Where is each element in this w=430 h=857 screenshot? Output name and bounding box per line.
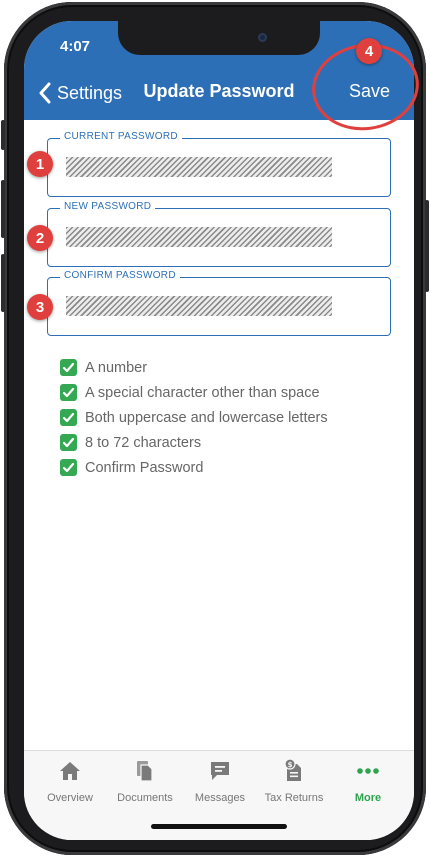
- annotation-badge: 1: [27, 151, 53, 177]
- requirement-text: A number: [85, 359, 148, 376]
- password-requirements-list: A number A special character other than …: [60, 355, 328, 480]
- tab-label: Overview: [47, 792, 93, 804]
- documents-icon: [137, 761, 153, 782]
- messages-icon: [211, 762, 229, 780]
- checkbox-checked-icon: [60, 459, 77, 476]
- checkbox-checked-icon: [60, 384, 77, 401]
- svg-text:$: $: [288, 761, 293, 769]
- tab-more[interactable]: More: [329, 759, 407, 804]
- chevron-left-icon: [39, 82, 51, 104]
- requirement-text: 8 to 72 characters: [85, 434, 202, 451]
- tax-returns-icon: $: [284, 759, 301, 781]
- volume-up-button: [1, 180, 5, 238]
- checkbox-checked-icon: [60, 434, 77, 451]
- tab-label: Documents: [117, 792, 173, 804]
- home-indicator: [151, 824, 287, 829]
- list-item: Both uppercase and lowercase letters: [60, 405, 328, 430]
- current-password-field: CURRENT PASSWORD: [47, 131, 391, 197]
- camera-icon: [258, 33, 267, 42]
- list-item: 8 to 72 characters: [60, 430, 328, 455]
- back-label: Settings: [57, 82, 123, 103]
- tab-label: More: [354, 792, 382, 804]
- annotation-badge: 3: [27, 294, 53, 320]
- requirement-text: Confirm Password: [85, 459, 204, 476]
- mute-switch: [1, 120, 5, 150]
- back-button[interactable]: Settings: [38, 79, 122, 107]
- tab-label: Tax Returns: [264, 792, 324, 804]
- requirement-text: A special character other than space: [85, 384, 320, 401]
- screen: 4:07 Settings Update Password Save CURRE…: [24, 21, 414, 840]
- list-item: Confirm Password: [60, 455, 328, 480]
- tab-tax-returns[interactable]: $ Tax Returns: [255, 759, 333, 804]
- list-item: A special character other than space: [60, 380, 328, 405]
- tab-documents[interactable]: Documents: [106, 759, 184, 804]
- new-password-field: NEW PASSWORD: [47, 201, 391, 267]
- annotation-badge: 4: [356, 38, 382, 64]
- confirm-password-label: CONFIRM PASSWORD: [60, 270, 180, 281]
- tab-messages[interactable]: Messages: [181, 759, 259, 804]
- new-password-input[interactable]: [66, 227, 332, 247]
- more-icon: [357, 768, 379, 774]
- status-time: 4:07: [60, 38, 91, 55]
- requirement-text: Both uppercase and lowercase letters: [85, 409, 328, 426]
- new-password-label: NEW PASSWORD: [60, 201, 156, 212]
- annotation-badge: 2: [27, 225, 53, 251]
- notch: [118, 21, 320, 55]
- confirm-password-input[interactable]: [66, 296, 332, 316]
- tab-label: Messages: [194, 792, 246, 804]
- checkbox-checked-icon: [60, 359, 77, 376]
- confirm-password-field: CONFIRM PASSWORD: [47, 270, 391, 336]
- power-button: [425, 200, 429, 292]
- current-password-label: CURRENT PASSWORD: [60, 131, 182, 142]
- volume-down-button: [1, 254, 5, 312]
- home-icon: [60, 762, 80, 780]
- current-password-input[interactable]: [66, 157, 332, 177]
- tab-overview[interactable]: Overview: [31, 759, 109, 804]
- list-item: A number: [60, 355, 328, 380]
- checkbox-checked-icon: [60, 409, 77, 426]
